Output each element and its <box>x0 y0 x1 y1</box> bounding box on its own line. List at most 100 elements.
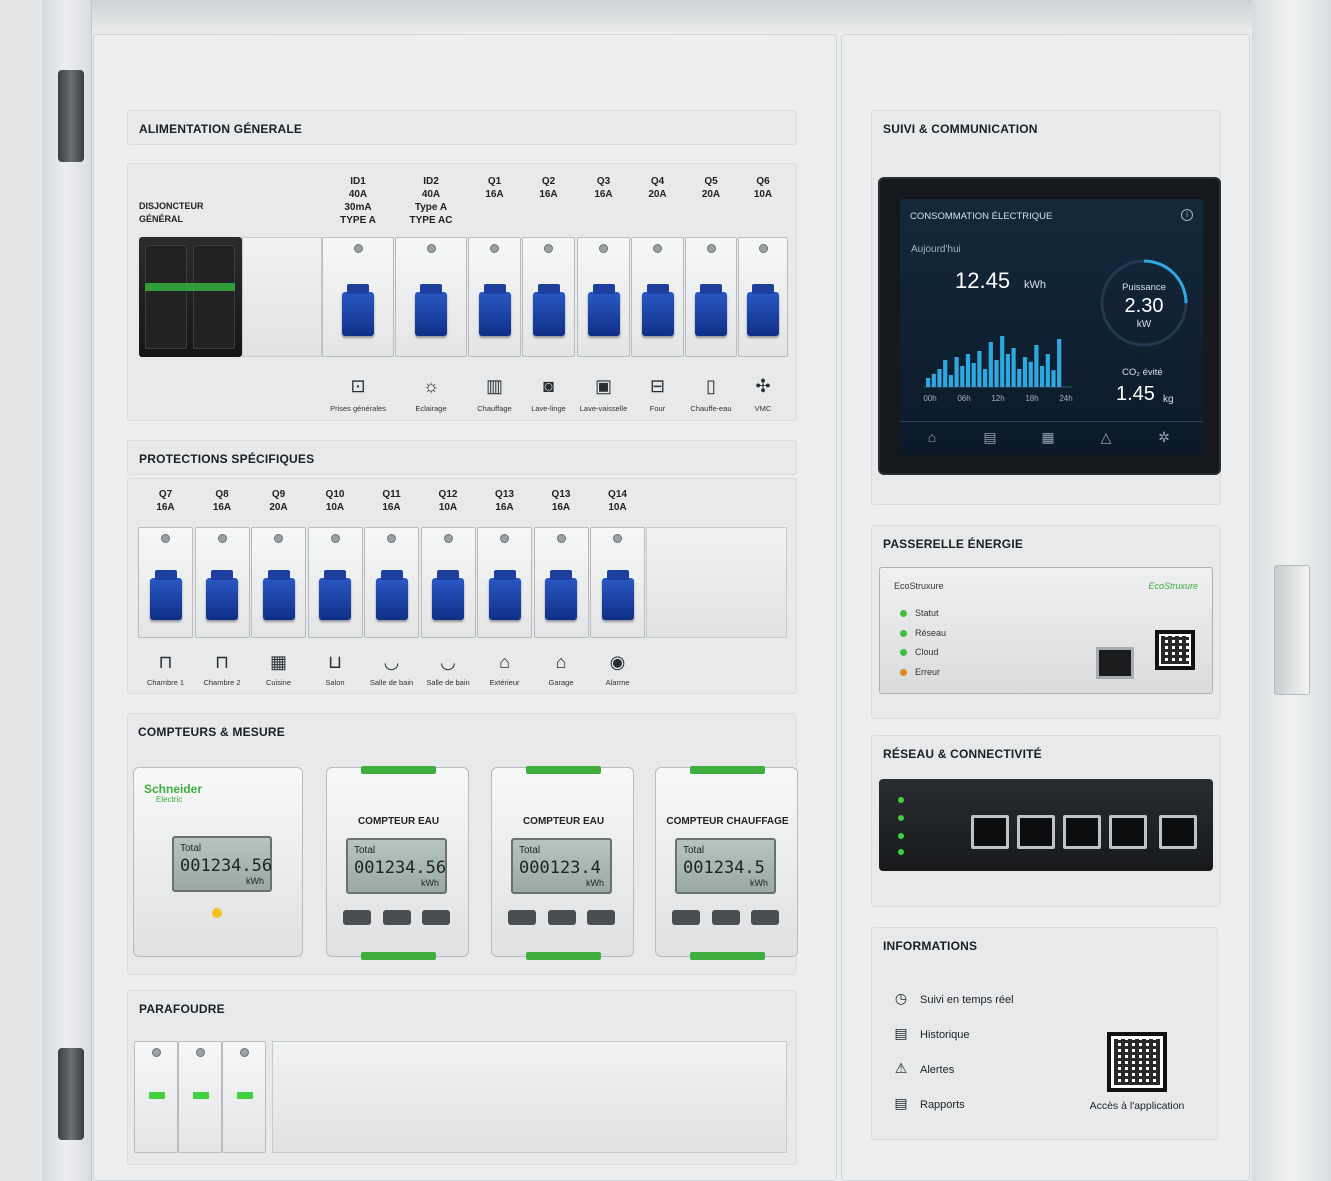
switch-port-2[interactable] <box>1017 815 1055 849</box>
main-switch[interactable] <box>139 237 242 357</box>
status-led <box>900 610 907 618</box>
ethernet-port[interactable] <box>1096 647 1134 679</box>
bathtub-icon: ◡ <box>440 652 456 672</box>
main-switch-label-line1: DISJONCTEUR <box>139 201 204 211</box>
breaker-q2[interactable] <box>522 237 575 357</box>
breaker-q13[interactable] <box>477 527 532 638</box>
meter-button[interactable] <box>712 910 740 925</box>
breaker-q4[interactable] <box>631 237 684 357</box>
info-item-history[interactable]: ▤ Historique <box>891 1025 970 1042</box>
breaker-q7[interactable] <box>138 527 193 638</box>
meter-button[interactable] <box>508 910 536 925</box>
circuit-label: Salon <box>325 678 345 687</box>
breaker-q14[interactable] <box>590 527 645 638</box>
meter-total-label: Total <box>180 843 202 854</box>
breaker-q10[interactable] <box>307 527 363 638</box>
breaker-toggle[interactable] <box>587 284 620 336</box>
info-item-clock[interactable]: ◷ Suivi en temps réel <box>891 990 1014 1007</box>
meter-button[interactable] <box>751 910 779 925</box>
breaker-screw <box>490 244 499 253</box>
switch-port-3[interactable] <box>1063 815 1101 849</box>
meter-button[interactable] <box>672 910 700 925</box>
surge-protector-module[interactable] <box>178 1041 222 1153</box>
power-value: 2.30 <box>1124 295 1164 317</box>
breaker-q8[interactable] <box>194 527 250 638</box>
gateway-qr-code[interactable] <box>1155 630 1195 670</box>
breaker-toggle[interactable] <box>601 570 634 620</box>
calendar-icon[interactable]: ▦ <box>1038 429 1058 446</box>
section-title-informations: INFORMATIONS <box>883 939 978 953</box>
breaker-q3[interactable] <box>577 237 630 357</box>
report-icon: ▤ <box>894 1095 908 1111</box>
breaker-toggle[interactable] <box>532 284 565 336</box>
status-label: Cloud <box>915 647 939 657</box>
breaker-toggle[interactable] <box>206 570 238 620</box>
breaker-q5[interactable] <box>685 237 737 357</box>
circuit-label: Four <box>649 404 666 413</box>
breaker-toggle[interactable] <box>415 284 447 336</box>
settings-icon[interactable]: ✲ <box>1154 429 1174 446</box>
meter-title: COMPTEUR EAU <box>522 816 605 827</box>
breaker-toggle[interactable] <box>747 284 779 336</box>
meter-button[interactable] <box>343 910 371 925</box>
chart-icon[interactable]: ▤ <box>980 429 1000 446</box>
breaker-q9[interactable] <box>251 527 306 638</box>
breaker-amp: 16A <box>156 502 175 513</box>
breaker-id: Q8 <box>215 489 229 500</box>
cabinet-top-frame <box>42 0 1252 32</box>
info-item-report[interactable]: ▤ Rapports <box>891 1095 964 1112</box>
breaker-q6[interactable] <box>738 237 788 357</box>
meter-title: COMPTEUR CHAUFFAGE <box>666 816 789 827</box>
breaker-toggle[interactable] <box>149 570 182 620</box>
breaker-q13[interactable] <box>533 527 589 638</box>
breaker-toggle[interactable] <box>478 284 511 336</box>
breaker-q11[interactable] <box>364 527 419 638</box>
meter-button[interactable] <box>383 910 411 925</box>
breaker-toggle[interactable] <box>641 284 674 336</box>
switch-port-1[interactable] <box>971 815 1009 849</box>
home-icon[interactable]: ⌂ <box>922 429 942 445</box>
switch-port-5[interactable] <box>1159 815 1197 849</box>
energy-touchscreen[interactable]: CONSOMMATION ÉLECTRIQUE i Aujourd'hui 12… <box>878 177 1221 475</box>
info-item-label: Historique <box>920 1029 970 1041</box>
breaker-screw <box>599 244 608 253</box>
breaker-rating-line: 16A <box>539 189 558 200</box>
status-label: Statut <box>915 608 939 618</box>
breaker-toggle[interactable] <box>262 570 295 620</box>
breaker-amp: 16A <box>551 502 571 513</box>
blank-cover-row2 <box>646 527 787 638</box>
breaker-id1[interactable] <box>322 237 394 357</box>
bell-icon[interactable]: △ <box>1096 429 1116 446</box>
breaker-rating-label: Q9 20A <box>251 488 306 514</box>
breaker-toggle[interactable] <box>319 570 351 620</box>
circuit-label: Prises générales <box>330 404 386 413</box>
breaker-toggle[interactable] <box>432 570 464 620</box>
door-latch[interactable] <box>1274 565 1310 695</box>
breaker-id: Q13 <box>551 489 571 500</box>
surge-protector-module[interactable] <box>134 1041 178 1153</box>
breaker-q12[interactable] <box>420 527 476 638</box>
meter-button[interactable] <box>422 910 450 925</box>
breaker-id2[interactable] <box>395 237 467 357</box>
info-icon[interactable]: i <box>1181 209 1193 221</box>
bathtub-icon: ◡ <box>383 652 400 672</box>
breaker-toggle[interactable] <box>695 284 727 336</box>
meter-terminal <box>361 766 436 774</box>
house-icon: ⌂ <box>499 652 510 672</box>
surge-protector-module[interactable] <box>222 1041 266 1153</box>
breaker-toggle[interactable] <box>342 284 374 336</box>
breaker-toggle[interactable] <box>545 570 577 620</box>
section-title-reseau: RÉSEAU & CONNECTIVITÉ <box>883 747 1042 761</box>
screen-today-label: Aujourd'hui <box>911 244 961 255</box>
breaker-toggle[interactable] <box>488 570 521 620</box>
breaker-rating-line: Q4 <box>650 176 665 187</box>
meter-button[interactable] <box>587 910 615 925</box>
switch-port-4[interactable] <box>1109 815 1147 849</box>
breaker-toggle[interactable] <box>375 570 408 620</box>
meter-button[interactable] <box>548 910 576 925</box>
status-window-green <box>237 1092 253 1099</box>
app-qr-code[interactable] <box>1107 1032 1167 1092</box>
breaker-q1[interactable] <box>468 237 521 357</box>
meter-terminal <box>690 766 765 774</box>
info-item-warning[interactable]: ⚠ Alertes <box>891 1060 955 1077</box>
